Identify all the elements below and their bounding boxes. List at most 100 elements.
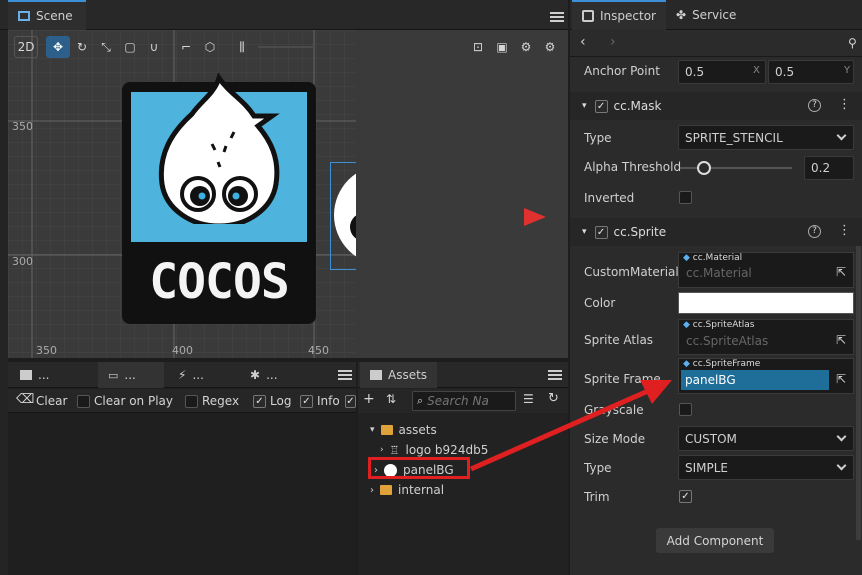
clear-icon[interactable]: ⌫ [16,392,34,407]
custom-material-label: CustomMaterial [584,265,679,279]
layout-icon[interactable]: ⊡ [466,36,490,58]
asset-internal[interactable]: › internal [370,483,444,497]
asset-internal-label: internal [398,483,445,497]
trim-checkbox[interactable]: ✓ [679,490,692,503]
tab-service[interactable]: ✤ Service [666,0,746,30]
mask-enabled-checkbox[interactable]: ✓ [594,99,608,113]
gizmo-x-arrow-icon[interactable] [524,208,546,226]
mask-help-icon[interactable]: ? [808,99,821,112]
sprite-more-icon[interactable]: ⋮ [838,223,851,238]
camera-icon[interactable]: ▣ [490,36,514,58]
inspector-divider [570,56,862,57]
mask-more-icon[interactable]: ⋮ [838,97,851,112]
asset-search[interactable]: ⌕ [412,391,516,411]
chevron-down-icon [836,460,847,471]
inverted-checkbox[interactable] [679,191,692,204]
snap-tool-icon[interactable]: ∪ [142,36,166,58]
annotation-highlight-box [368,457,470,479]
assets-tabbar: Assets [358,362,568,388]
search-input[interactable] [427,394,498,408]
left-edge [0,30,8,575]
log-checkbox[interactable]: ✓ [253,395,266,408]
assets-menu-icon[interactable] [548,370,562,380]
frame-type-tag: ◆ cc.SpriteFrame [683,359,760,369]
warn-checkbox[interactable]: ✓ [345,395,356,408]
refresh-icon[interactable]: ↻ [548,391,559,406]
frame-pick-icon[interactable]: ⇱ [836,372,846,386]
console-menu-icon[interactable] [338,370,352,380]
anchor-y-input[interactable]: 0.5 [768,60,854,84]
tab-assets[interactable]: Assets [360,362,438,388]
tab-scene[interactable]: Scene [8,0,86,30]
bug-icon: ✱ [250,368,261,382]
asset-root[interactable]: ▾ assets [370,423,437,437]
collapse-icon[interactable]: ☰ [523,392,534,406]
info-checkbox[interactable]: ✓ [300,395,313,408]
size-mode-select[interactable]: CUSTOM [678,426,854,451]
cocos-logo-text: COCOS [149,254,290,310]
inverted-label: Inverted [584,191,635,205]
tab-console[interactable]: ▭... [98,362,164,388]
tab-debug[interactable]: ✱... [240,362,310,388]
size-mode-label: Size Mode [584,432,646,446]
tab-hierarchy[interactable]: ... [10,362,96,388]
grid-label-y-350: 350 [12,120,33,133]
internal-folder-icon [380,485,392,495]
alpha-slider-thumb[interactable] [697,161,711,175]
masked-circle-sprite [334,173,356,257]
add-asset-icon[interactable]: + [363,391,375,407]
anchor-point-label: Anchor Point [584,64,660,78]
settings-gear-icon[interactable]: ⚙ [514,36,538,58]
grid-label-x-400: 400 [172,344,193,357]
sort-icon[interactable]: ⇅ [386,392,396,406]
material-pick-icon[interactable]: ⇱ [836,265,846,279]
sprite-title: cc.Sprite [613,225,667,239]
regex-checkbox[interactable] [185,395,198,408]
clear-button[interactable]: Clear [36,394,67,408]
rect-tool-icon[interactable]: ▢ [118,36,142,58]
sprite-type-value: SIMPLE [685,460,729,475]
tab-inspector[interactable]: Inspector [572,0,666,30]
assets-folder-icon [370,370,382,380]
sprite-frame-value-box[interactable]: panelBG [681,370,829,390]
asset-logo[interactable]: › ♖ logo b924db5 [380,443,488,457]
scene-menu-icon[interactable] [550,12,564,22]
color-swatch[interactable] [678,292,854,314]
zoom-slider[interactable] [258,46,314,48]
anchor-x-value: 0.5 [685,65,705,79]
sprite-atlas-value: cc.SpriteAtlas [686,334,769,348]
cocos-logo[interactable]: COCOS [122,72,316,324]
mode-2d-button[interactable]: 2D [14,36,38,58]
move-tool-icon[interactable]: ✥ [46,36,70,58]
regex-label: Regex [202,394,240,408]
tab-animation[interactable]: ⚡... [168,362,238,388]
mask-title: cc.Mask [613,99,662,113]
pin-icon[interactable]: ⚲ [848,36,857,50]
scale-tool-icon[interactable]: ⤡ [94,36,118,58]
sprite-type-select[interactable]: SIMPLE [678,455,854,480]
pivot-tool-icon[interactable]: ⌐ [174,36,198,58]
sprite-help-icon[interactable]: ? [808,225,821,238]
log-label: Log [270,394,292,408]
folder-icon [20,370,32,380]
mask-type-label: Type [584,131,612,145]
sprite-enabled-checkbox[interactable]: ✓ [594,225,608,239]
align-tool-icon[interactable]: ⫼ [230,36,254,58]
inspector-scrollbar[interactable] [856,240,861,540]
clear-on-play-checkbox[interactable] [77,395,90,408]
local-tool-icon[interactable]: ⬡ [198,36,222,58]
color-label: Color [584,296,616,310]
sprite-frame-label: Sprite Frame [584,372,661,386]
add-component-button[interactable]: Add Component [656,528,774,553]
rotate-tool-icon[interactable]: ↻ [70,36,94,58]
chevron-down-icon [836,130,847,141]
scene-settings-icon[interactable]: ⚙ [538,36,562,58]
grayscale-checkbox[interactable] [679,403,692,416]
material-type-tag: ◆ cc.Material [683,253,742,263]
atlas-pick-icon[interactable]: ⇱ [836,333,846,347]
scene-viewport[interactable]: 350 300 350 400 450 COCOS [8,30,356,358]
mask-type-select[interactable]: SPRITE_STENCIL [678,125,854,150]
alpha-threshold-input[interactable]: 0.2 [804,156,854,180]
back-arrow-icon[interactable]: ‹ [580,34,586,50]
forward-arrow-icon[interactable]: › [610,34,616,50]
